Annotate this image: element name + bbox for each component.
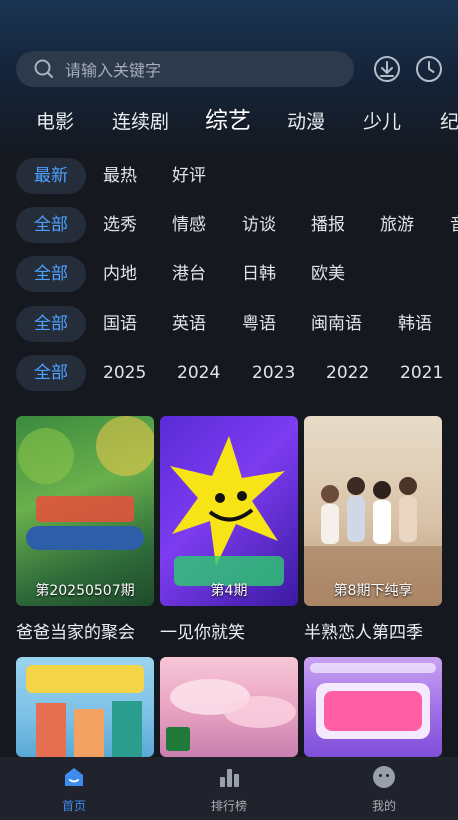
tab-anime[interactable]: 动漫 xyxy=(287,108,325,136)
filter-row-sort: 最新 最热 好评 xyxy=(0,158,458,194)
poster-art xyxy=(166,679,296,751)
filter-year-2024[interactable]: 2024 xyxy=(177,355,220,391)
filter-lang-cantonese[interactable]: 粤语 xyxy=(242,306,276,342)
nav-profile[interactable]: 我的 xyxy=(324,757,444,820)
filter-lang-minnan[interactable]: 闽南语 xyxy=(311,306,362,342)
download-icon[interactable] xyxy=(373,55,401,83)
filter-row-type: 全部 选秀 情感 访谈 播报 旅游 音 xyxy=(0,207,458,243)
search-placeholder: 请输入关键字 xyxy=(65,61,162,80)
nav-profile-label: 我的 xyxy=(371,799,396,813)
filter-row-region: 全部 内地 港台 日韩 欧美 xyxy=(0,256,458,292)
filter-type-all[interactable]: 全部 xyxy=(16,207,86,243)
nav-ranking[interactable]: 排行榜 xyxy=(169,757,289,820)
poster-art xyxy=(26,665,144,757)
profile-icon xyxy=(373,766,395,788)
show-title: 一见你就笑 xyxy=(160,623,245,643)
filter-sort-rating[interactable]: 好评 xyxy=(172,158,206,194)
poster-image xyxy=(160,657,298,757)
filter-region-jpkr[interactable]: 日韩 xyxy=(242,256,276,292)
poster-image: 第8期下纯享 xyxy=(304,416,442,606)
filter-sort-latest[interactable]: 最新 xyxy=(16,158,86,194)
filter-year-2023[interactable]: 2023 xyxy=(252,355,295,391)
poster-image xyxy=(16,657,154,757)
poster-art xyxy=(18,416,154,550)
episode-label: 第20250507期 xyxy=(35,583,135,599)
poster-image: 第4期 xyxy=(160,416,298,606)
filter-year-all[interactable]: 全部 xyxy=(16,355,86,391)
search-input[interactable]: 请输入关键字 xyxy=(16,51,354,87)
filter-lang-mandarin[interactable]: 国语 xyxy=(103,306,137,342)
history-clock-icon[interactable] xyxy=(415,55,443,83)
filter-row-language: 全部 国语 英语 粤语 闽南语 韩语 xyxy=(0,306,458,342)
filter-type-broadcast[interactable]: 播报 xyxy=(311,207,345,243)
filter-sort-hot[interactable]: 最热 xyxy=(103,158,137,194)
filter-region-all[interactable]: 全部 xyxy=(16,256,86,292)
tab-series[interactable]: 连续剧 xyxy=(112,108,169,136)
filter-region-west[interactable]: 欧美 xyxy=(311,256,345,292)
filter-type-travel[interactable]: 旅游 xyxy=(380,207,414,243)
poster-art xyxy=(304,477,442,606)
tab-kids[interactable]: 少儿 xyxy=(363,108,401,136)
filter-year-2025[interactable]: 2025 xyxy=(103,355,146,391)
tab-variety[interactable]: 综艺 xyxy=(205,108,251,135)
episode-label: 第4期 xyxy=(210,583,248,599)
filter-type-interview[interactable]: 访谈 xyxy=(242,207,276,243)
show-title: 爸爸当家的聚会 xyxy=(16,623,135,643)
poster-art xyxy=(310,663,436,739)
filter-region-hktw[interactable]: 港台 xyxy=(172,256,206,292)
nav-ranking-label: 排行榜 xyxy=(210,799,247,813)
filter-lang-english[interactable]: 英语 xyxy=(172,306,206,342)
filter-type-emotion[interactable]: 情感 xyxy=(172,207,206,243)
filter-lang-korean[interactable]: 韩语 xyxy=(398,306,432,342)
filter-type-talent[interactable]: 选秀 xyxy=(103,207,137,243)
search-icon xyxy=(34,59,53,78)
channel-tabs: 电影 连续剧 综艺 动漫 少儿 纪 xyxy=(0,108,458,138)
poster-art xyxy=(170,436,285,586)
filter-region-mainland[interactable]: 内地 xyxy=(103,256,137,292)
poster-image: 第20250507期 xyxy=(16,416,154,606)
bottom-nav: 首页 排行榜 我的 xyxy=(0,757,458,820)
filter-type-music[interactable]: 音 xyxy=(450,207,458,243)
filter-year-2021[interactable]: 2021 xyxy=(400,355,443,391)
filter-row-year: 全部 2025 2024 2023 2022 2021 xyxy=(0,355,458,391)
poster-image xyxy=(304,657,442,757)
episode-label: 第8期下纯享 xyxy=(333,583,413,599)
filter-lang-all[interactable]: 全部 xyxy=(16,306,86,342)
ranking-icon xyxy=(220,769,239,787)
tab-movie[interactable]: 电影 xyxy=(36,108,74,136)
nav-home[interactable]: 首页 xyxy=(14,757,134,820)
nav-home-label: 首页 xyxy=(61,799,86,813)
tab-documentary[interactable]: 纪 xyxy=(440,108,458,136)
show-title: 半熟恋人第四季 xyxy=(304,623,423,643)
filter-year-2022[interactable]: 2022 xyxy=(326,355,369,391)
home-icon xyxy=(65,768,83,786)
